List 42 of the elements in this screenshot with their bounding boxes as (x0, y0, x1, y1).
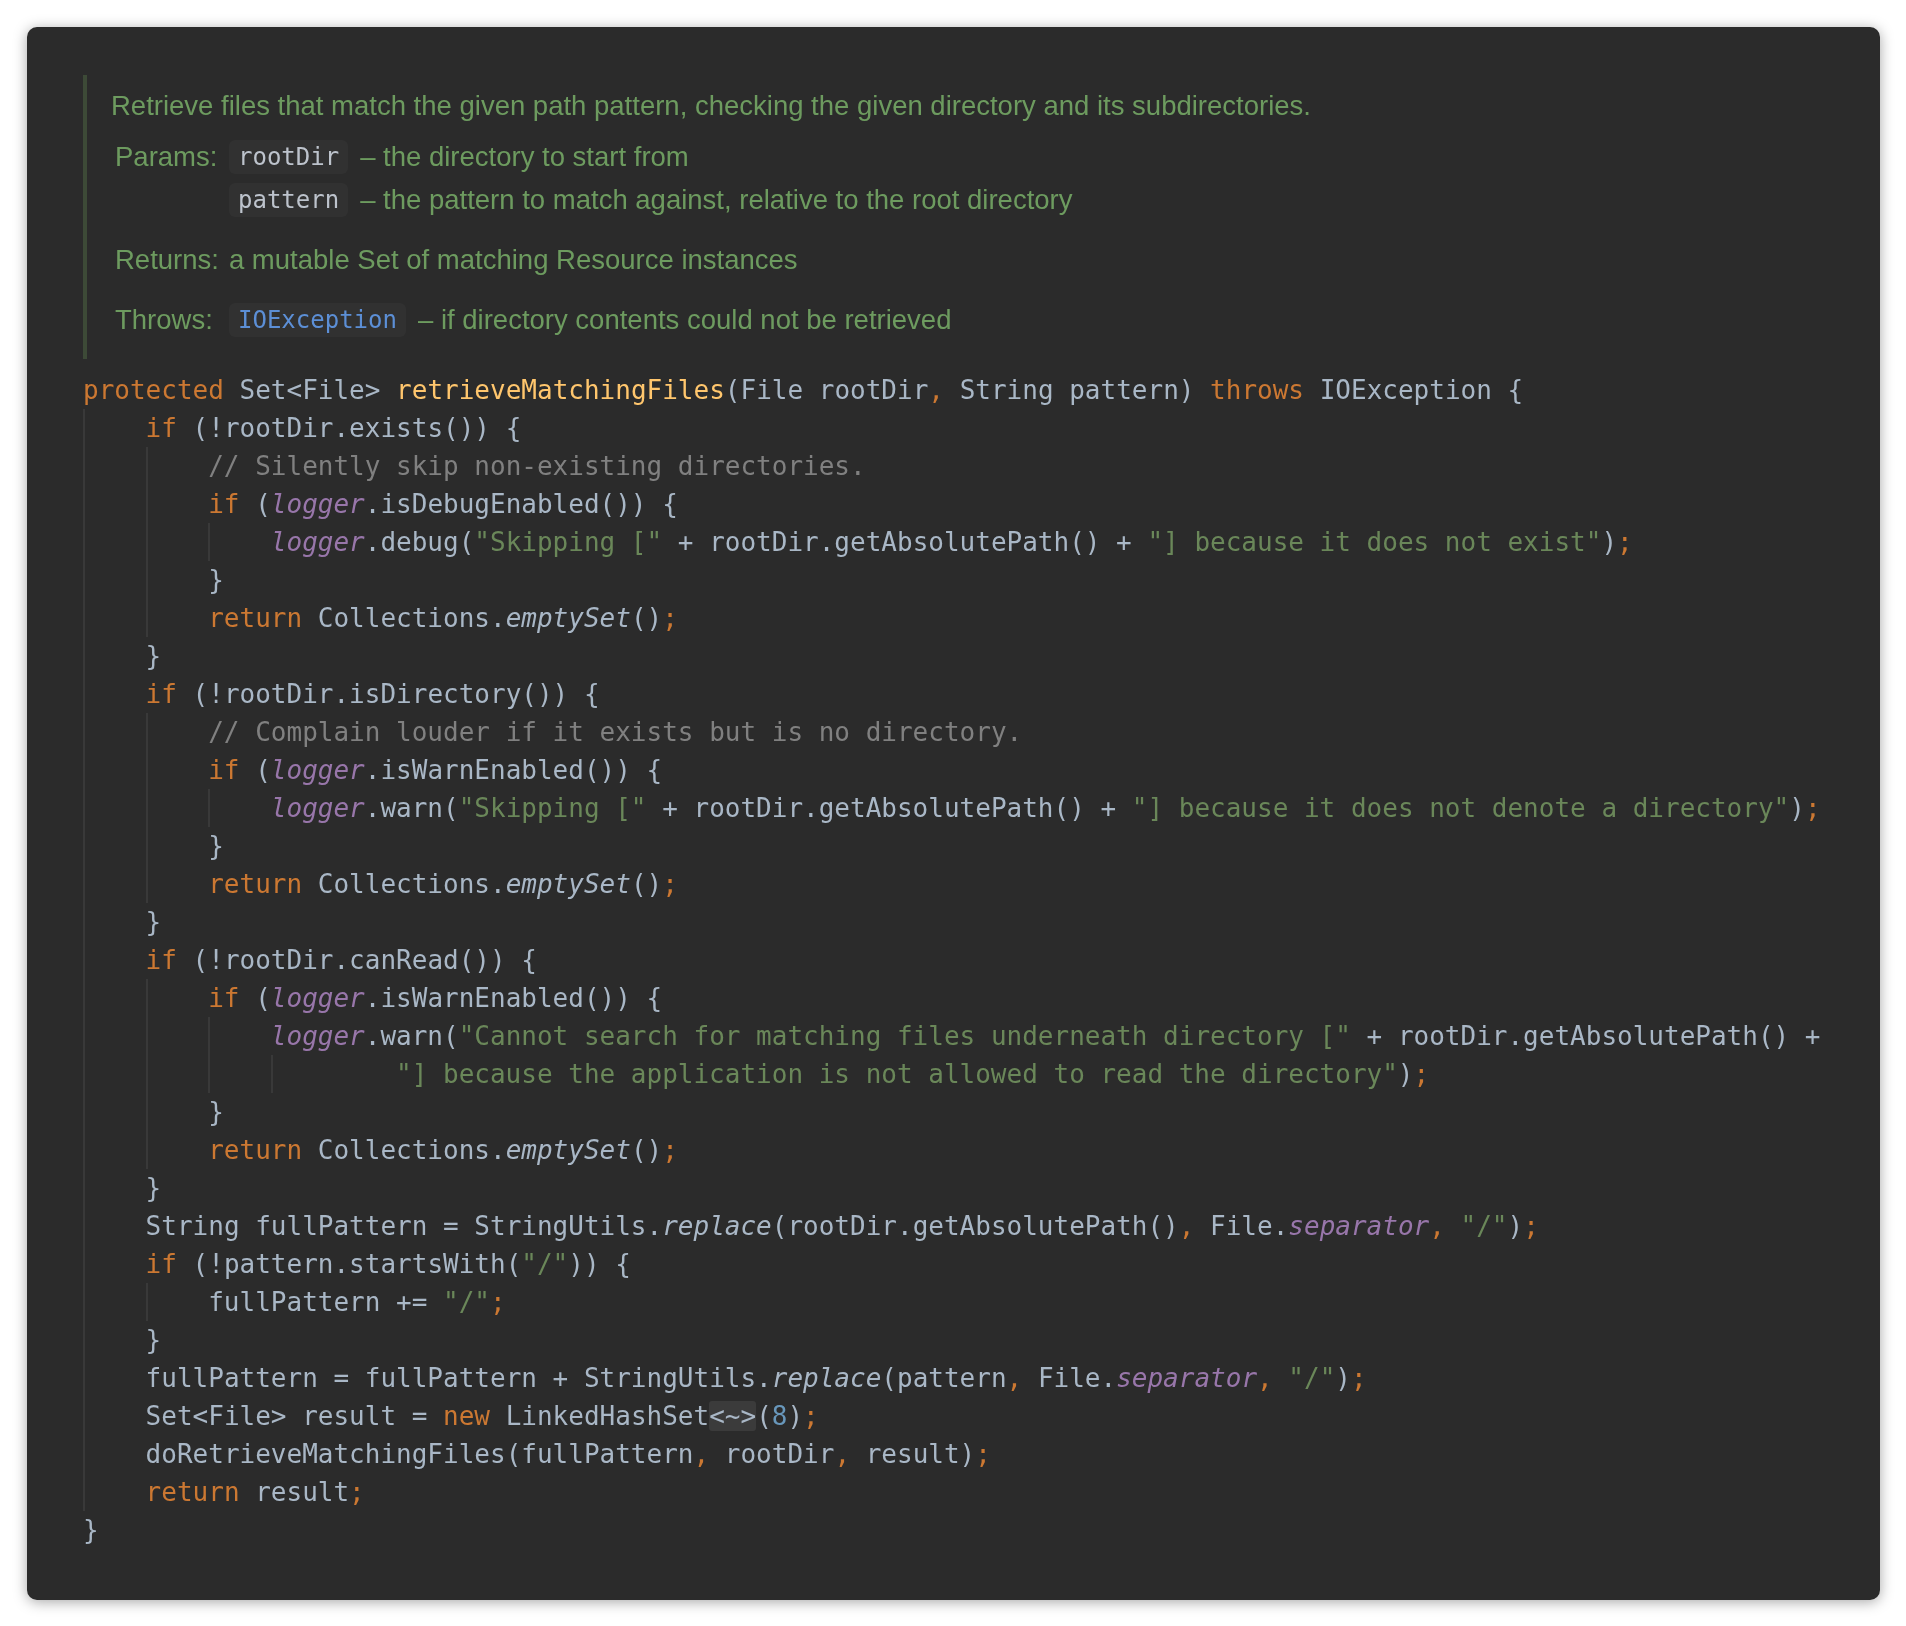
code-line: if (!rootDir.exists()) { (145, 412, 523, 445)
doc-summary: Retrieve files that match the given path pattern, checking the given directory and its subdirectories. (111, 89, 1312, 123)
code-line: } (145, 906, 163, 939)
param-name: pattern (229, 182, 349, 217)
param-description: – the directory to start from (360, 140, 689, 174)
code-line: } (208, 564, 225, 597)
code-line: // Silently skip non-existing directories. (208, 450, 867, 483)
param-description: – the pattern to match against, relative to the root directory (360, 183, 1073, 217)
code-line: return result; (145, 1476, 366, 1509)
code-line: if (!rootDir.isDirectory()) { (145, 678, 601, 711)
code-line: } (208, 1096, 225, 1129)
code-line: fullPattern = fullPattern + StringUtils.replace(pattern, File.separator, "/"); (145, 1362, 1368, 1395)
code-line: logger.debug("Skipping [" + rootDir.getAbsolutePath() + "] because it does not exist"); (270, 526, 1634, 559)
code-line: Set<File> result = new LinkedHashSet<~>(8); (145, 1400, 820, 1433)
code-line: String fullPattern = StringUtils.replace(rootDir.getAbsolutePath(), File.separator, "/"); (145, 1210, 1540, 1243)
code-line: return Collections.emptySet(); (208, 602, 679, 635)
code-line: } (145, 1324, 163, 1357)
code-line: return Collections.emptySet(); (208, 1134, 679, 1167)
code-line: // Complain louder if it exists but is no directory. (208, 716, 1024, 749)
code-line: if (logger.isDebugEnabled()) { (208, 488, 679, 521)
section-label: Throws: (115, 303, 214, 337)
code-line: } (83, 1514, 100, 1547)
code-line: fullPattern += "/"; (208, 1286, 507, 1319)
code-line: doRetrieveMatchingFiles(fullPattern, rootDir, result); (145, 1438, 992, 1471)
code-line: protected Set<File> retrieveMatchingFiles(File rootDir, String pattern) throws IOException { (83, 374, 1525, 407)
code-line: } (208, 830, 225, 863)
returns-description: a mutable Set of matching Resource instances (228, 243, 798, 277)
exception-description: – if directory contents could not be retrieved (417, 303, 952, 337)
code-line: if (!pattern.startsWith("/")) { (145, 1248, 632, 1281)
code-line: return Collections.emptySet(); (208, 868, 679, 901)
code-line: logger.warn("Skipping [" + rootDir.getAbsolutePath() + "] because it does not denote a directory"); (270, 792, 1822, 825)
code-line: if (logger.isWarnEnabled()) { (208, 754, 664, 787)
param-name: rootDir (229, 139, 349, 174)
section-label: Params: (115, 140, 219, 174)
code-line: if (!rootDir.canRead()) { (145, 944, 538, 977)
code-line: if (logger.isWarnEnabled()) { (208, 982, 664, 1015)
code-line: } (145, 1172, 163, 1205)
exception-link[interactable]: IOException (229, 302, 406, 337)
code-line: } (145, 640, 163, 673)
code-line: "] because the application is not allowed to read the directory"); (396, 1058, 1431, 1091)
code-line: logger.warn("Cannot search for matching files underneath directory [" + rootDir.getAbsolutePath() + (270, 1020, 1822, 1053)
section-label: Returns: (115, 243, 219, 277)
